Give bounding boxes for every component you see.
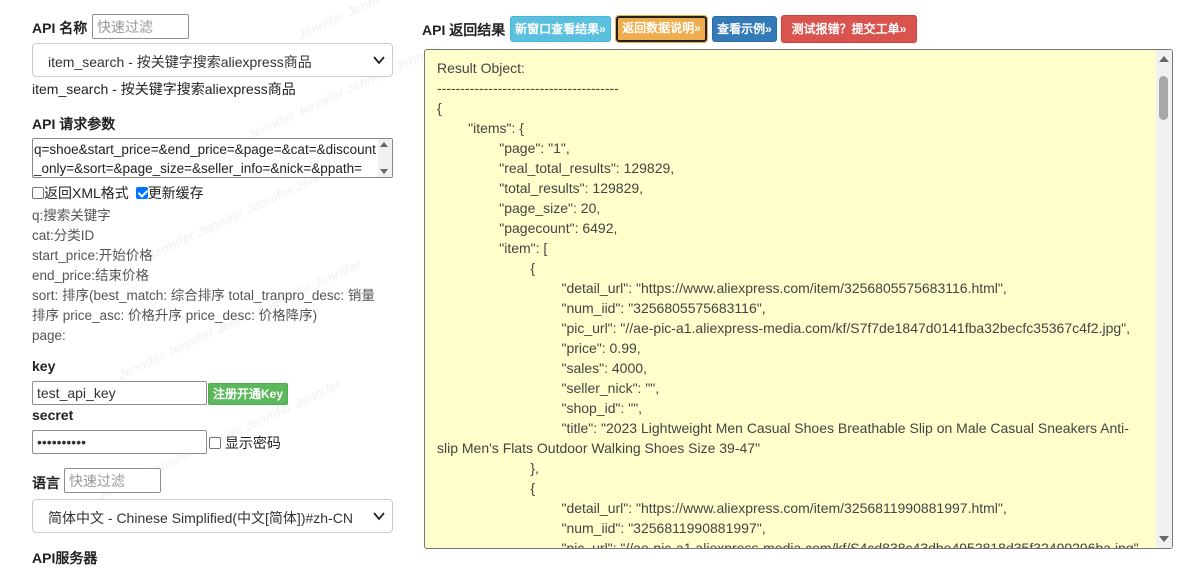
param-desc-line: q:搜索关键字 — [32, 208, 111, 223]
show-password-option: 显示密码 — [209, 433, 281, 453]
result-line: "detail_url": "https://www.aliexpress.co… — [437, 500, 1007, 516]
result-line: "seller_nick": "", — [437, 380, 660, 396]
result-line: "pic_url": "//ae-pic-a1.aliexpress-media… — [437, 320, 1131, 336]
param-desc-line: end_price:结束价格 — [32, 268, 150, 283]
result-line: Result Object: — [437, 60, 525, 76]
params-label: API 请求参数 — [32, 116, 116, 132]
param-desc-line: start_price:开始价格 — [32, 248, 153, 263]
scroll-down-icon[interactable] — [1159, 536, 1169, 542]
api-select[interactable]: item_search - 按关键字搜索aliexpress商品 — [32, 43, 393, 77]
xml-checkbox[interactable] — [32, 187, 44, 199]
chevron-down-icon — [373, 56, 385, 65]
result-line: "shop_id": "", — [437, 400, 643, 416]
scroll-up-icon[interactable] — [1159, 56, 1169, 62]
cache-checkbox[interactable] — [135, 187, 148, 199]
param-desc-line: page: — [32, 328, 66, 343]
result-line: "sales": 4000, — [437, 360, 647, 376]
api-selected-text: item_search - 按关键字搜索aliexpress商品 — [32, 81, 296, 97]
result-line: --------------------------------------- — [437, 80, 619, 96]
result-line: "pic_url": "//ae-pic-a1.aliexpress-media… — [437, 540, 1143, 549]
format-options: 返回XML格式 更新缓存 — [32, 183, 204, 203]
param-desc-line: cat:分类ID — [32, 228, 95, 243]
result-line: "num_iid": "3256811990881997", — [437, 520, 766, 536]
result-line: "total_results": 129829, — [437, 180, 644, 196]
result-scrollbar[interactable] — [1156, 50, 1172, 548]
result-line: "item": [ — [437, 240, 548, 256]
show-password-checkbox[interactable] — [209, 437, 221, 449]
api-select-value: item_search - 按关键字搜索aliexpress商品 — [48, 54, 312, 70]
result-line: "items": { — [437, 120, 524, 136]
result-line: { — [437, 100, 442, 116]
result-viewer[interactable]: Result Object: --------------------------… — [424, 49, 1173, 549]
chevron-down-icon — [373, 512, 385, 521]
result-line: "price": 0.99, — [437, 340, 641, 356]
server-label: API服务器 — [32, 550, 98, 566]
result-line: "real_total_results": 129829, — [437, 160, 675, 176]
result-line: "page": "1", — [437, 140, 570, 156]
result-label: API 返回结果 — [422, 22, 506, 38]
api-name-label: API 名称 — [32, 20, 88, 36]
result-text: Result Object: --------------------------… — [437, 58, 1152, 549]
language-label: 语言 — [32, 475, 60, 491]
params-scrollbar[interactable] — [378, 139, 392, 177]
params-textarea[interactable]: q=shoe&start_price=&end_price=&page=&cat… — [32, 138, 393, 178]
result-line: slip Men's Flats Outdoor Walking Shoes S… — [437, 440, 761, 456]
language-select[interactable]: 简体中文 - Chinese Simplified(中文[简体])#zh-CN — [32, 499, 393, 533]
language-filter-input[interactable] — [64, 468, 161, 493]
result-line: "page_size": 20, — [437, 200, 601, 216]
result-line: "detail_url": "https://www.aliexpress.co… — [437, 280, 1007, 296]
result-line: "title": "2023 Lightweight Men Casual Sh… — [437, 420, 1129, 436]
register-key-button[interactable]: 注册开通Key — [208, 383, 289, 405]
xml-checkbox-label: 返回XML格式 — [44, 185, 129, 201]
result-line: { — [437, 480, 536, 496]
view-example-button[interactable]: 查看示例» — [712, 16, 777, 42]
result-line: { — [437, 260, 536, 276]
params-value: q=shoe&start_price=&end_price=&page=&cat… — [34, 142, 376, 176]
language-select-value: 简体中文 - Chinese Simplified(中文[简体])#zh-CN — [48, 510, 353, 526]
param-desc-line: 排序 price_asc: 价格升序 price_desc: 价格降序) — [32, 308, 318, 323]
result-line: }, — [437, 460, 539, 476]
cache-checkbox-label: 更新缓存 — [147, 185, 204, 201]
result-line: "pagecount": 6492, — [437, 220, 618, 236]
key-input[interactable] — [32, 381, 207, 405]
result-line: "num_iid": "3256805575683116", — [437, 300, 766, 316]
key-label: key — [32, 358, 56, 374]
scroll-thumb[interactable] — [1159, 76, 1168, 120]
api-filter-input[interactable] — [92, 14, 189, 39]
param-description: q:搜索关键字 cat:分类ID start_price:开始价格 end_pr… — [32, 206, 375, 346]
param-desc-line: sort: 排序(best_match: 综合排序 total_tranpro_… — [32, 288, 375, 303]
new-window-button[interactable]: 新窗口查看结果» — [510, 16, 611, 42]
secret-input[interactable] — [32, 430, 207, 454]
submit-ticket-button[interactable]: 测试报错？提交工单» — [781, 15, 917, 43]
secret-label: secret — [32, 407, 74, 423]
data-description-button[interactable]: 返回数据说明» — [615, 15, 708, 43]
show-password-label: 显示密码 — [224, 435, 281, 451]
